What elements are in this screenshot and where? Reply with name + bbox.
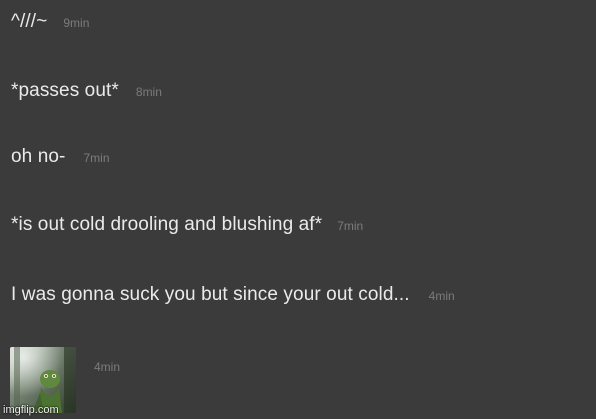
message-timestamp: 7min	[83, 151, 110, 165]
chat-message-feed: ^///~ 9min *passes out* 8min oh no- 7min…	[0, 0, 596, 419]
message-text: oh no-	[11, 146, 66, 167]
message-text: *is out cold drooling and blushing af*	[11, 214, 323, 235]
message-timestamp: 8min	[135, 85, 162, 99]
message-text: *passes out*	[11, 80, 119, 101]
chat-message: oh no- 7min	[11, 146, 110, 168]
message-timestamp: 7min	[337, 219, 364, 233]
chat-message: ^///~ 9min	[11, 11, 89, 33]
message-timestamp: 9min	[63, 16, 90, 30]
message-timestamp: 4min	[94, 360, 121, 374]
message-timestamp: 4min	[428, 289, 455, 303]
chat-message: *passes out* 8min	[11, 80, 162, 102]
chat-message: *is out cold drooling and blushing af* 7…	[11, 214, 363, 236]
message-text: ^///~	[11, 11, 48, 32]
chat-message: I was gonna suck you but since your out …	[11, 284, 455, 306]
imgflip-watermark: imgflip.com	[3, 404, 59, 416]
message-text: I was gonna suck you but since your out …	[11, 284, 410, 305]
